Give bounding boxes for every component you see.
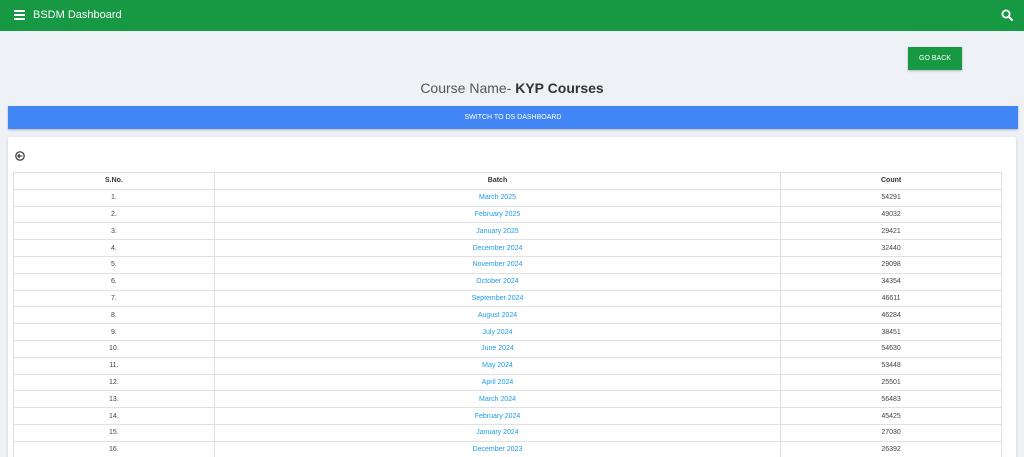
row-count: 26392 <box>780 440 1002 457</box>
row-sno: 14. <box>13 407 215 425</box>
table-row: 7. September 2024 46611 <box>13 289 1002 308</box>
row-count: 54630 <box>780 339 1002 358</box>
batch-table: S.No. Batch Count 1. March 2025 54291 2. Feb… <box>13 172 1002 457</box>
row-sno: 16. <box>13 440 215 457</box>
row-sno: 15. <box>13 423 215 442</box>
batch-link[interactable]: September 2024 <box>472 295 524 302</box>
batch-link[interactable]: January 2024 <box>476 429 518 436</box>
row-batch: January 2024 <box>213 423 782 442</box>
batch-link[interactable]: May 2024 <box>482 362 513 369</box>
row-batch: February 2025 <box>213 205 782 224</box>
row-batch: September 2024 <box>213 289 782 308</box>
table-row: 13. March 2024 56483 <box>13 390 1002 409</box>
search-icon[interactable] <box>1001 9 1013 21</box>
row-batch: October 2024 <box>213 272 782 291</box>
row-count: 53448 <box>780 356 1002 375</box>
app-title: BSDM Dashboard <box>33 9 122 21</box>
course-name-prefix: Course Name- <box>420 80 512 96</box>
hamburger-menu-icon[interactable] <box>14 10 25 20</box>
row-sno: 2. <box>13 205 215 224</box>
row-batch: June 2024 <box>213 339 782 358</box>
batch-link[interactable]: August 2024 <box>478 312 517 319</box>
row-batch: July 2024 <box>213 323 782 341</box>
row-count: 46611 <box>780 289 1002 308</box>
table-row: 9. July 2024 38451 <box>13 323 1002 341</box>
row-batch: May 2024 <box>213 356 782 375</box>
row-sno: 9. <box>13 323 215 341</box>
row-batch: December 2023 <box>213 440 782 457</box>
row-batch: March 2024 <box>213 390 782 409</box>
row-count: 29421 <box>780 222 1002 241</box>
row-count: 38451 <box>780 323 1002 341</box>
batch-link[interactable]: October 2024 <box>476 278 518 285</box>
batch-link[interactable]: March 2024 <box>479 396 516 403</box>
row-batch: March 2025 <box>213 188 782 207</box>
batch-link[interactable]: January 2025 <box>476 228 518 235</box>
table-row: 6. October 2024 34354 <box>13 272 1002 291</box>
column-header-sno: S.No. <box>13 172 215 190</box>
row-count: 34354 <box>780 272 1002 291</box>
row-sno: 8. <box>13 306 215 325</box>
row-sno: 6. <box>13 272 215 291</box>
table-row: 15. January 2024 27030 <box>13 423 1002 442</box>
table-row: 16. December 2023 26392 <box>13 440 1002 457</box>
row-sno: 13. <box>13 390 215 409</box>
batch-link[interactable]: March 2025 <box>479 194 516 201</box>
table-row: 8. August 2024 46284 <box>13 306 1002 325</box>
row-sno: 7. <box>13 289 215 308</box>
row-count: 54291 <box>780 188 1002 207</box>
row-count: 49032 <box>780 205 1002 224</box>
row-batch: January 2025 <box>213 222 782 241</box>
row-sno: 10. <box>13 339 215 358</box>
switch-to-ds-dashboard-button[interactable]: SWITCH TO DS DASHBOARD <box>8 106 1018 129</box>
table-row: 4. December 2024 32440 <box>13 239 1002 257</box>
table-row: 5. November 2024 29098 <box>13 255 1002 274</box>
row-batch: August 2024 <box>213 306 782 325</box>
row-count: 46284 <box>780 306 1002 325</box>
go-back-button[interactable]: GO BACK <box>908 47 962 70</box>
row-count: 29098 <box>780 255 1002 274</box>
column-header-batch: Batch <box>213 172 782 190</box>
row-count: 32440 <box>780 239 1002 257</box>
row-sno: 1. <box>13 188 215 207</box>
table-row: 3. January 2025 29421 <box>13 222 1002 241</box>
batch-link[interactable]: April 2024 <box>482 379 514 386</box>
row-count: 25501 <box>780 373 1002 392</box>
row-sno: 3. <box>13 222 215 241</box>
table-header-row: S.No. Batch Count <box>13 172 1002 190</box>
row-sno: 4. <box>13 239 215 257</box>
table-row: 12. April 2024 25501 <box>13 373 1002 392</box>
row-batch: November 2024 <box>213 255 782 274</box>
batch-link[interactable]: February 2024 <box>475 413 521 420</box>
top-navbar: BSDM Dashboard <box>0 0 1024 31</box>
table-row: 1. March 2025 54291 <box>13 188 1002 207</box>
batch-link[interactable]: December 2023 <box>473 446 523 453</box>
row-count: 56483 <box>780 390 1002 409</box>
batch-link[interactable]: December 2024 <box>473 245 523 252</box>
row-sno: 11. <box>13 356 215 375</box>
batch-table-card: S.No. Batch Count 1. March 2025 54291 2. Feb… <box>8 137 1016 457</box>
page-title: Course Name- KYP Courses <box>0 80 1024 97</box>
table-row: 11. May 2024 53448 <box>13 356 1002 375</box>
batch-link[interactable]: July 2024 <box>483 329 513 336</box>
course-name-value: KYP Courses <box>515 80 604 96</box>
row-batch: February 2024 <box>213 407 782 425</box>
batch-link[interactable]: February 2025 <box>475 211 521 218</box>
row-sno: 5. <box>13 255 215 274</box>
table-row: 10. June 2024 54630 <box>13 339 1002 358</box>
row-sno: 12. <box>13 373 215 392</box>
column-header-count: Count <box>780 172 1002 190</box>
table-row: 14. February 2024 45425 <box>13 407 1002 425</box>
row-batch: December 2024 <box>213 239 782 257</box>
row-count: 45425 <box>780 407 1002 425</box>
row-batch: April 2024 <box>213 373 782 392</box>
batch-link[interactable]: November 2024 <box>473 261 523 268</box>
batch-link[interactable]: June 2024 <box>481 345 514 352</box>
row-count: 27030 <box>780 423 1002 442</box>
circle-arrow-left-icon[interactable] <box>15 151 25 161</box>
table-row: 2. February 2025 49032 <box>13 205 1002 224</box>
